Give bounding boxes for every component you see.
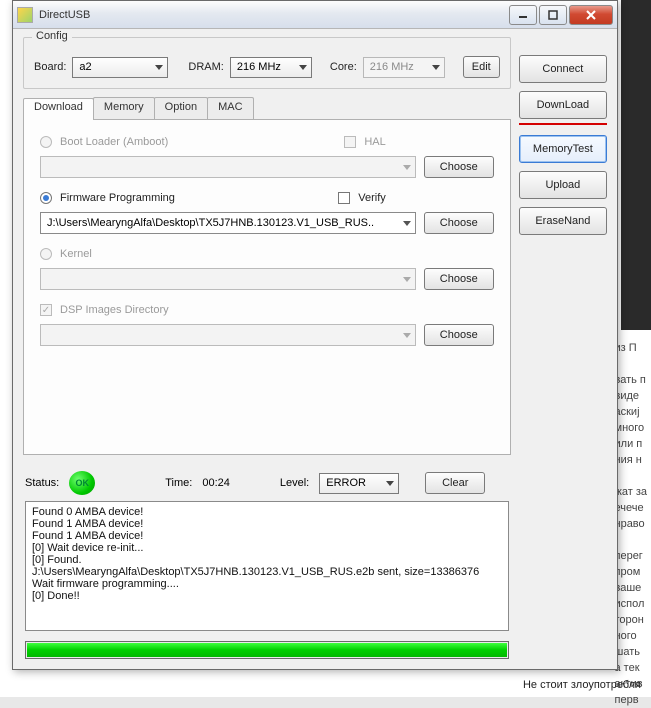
tab-download[interactable]: Download <box>23 98 94 120</box>
kernel-choose-button[interactable]: Choose <box>424 268 494 290</box>
time-value: 00:24 <box>202 477 230 489</box>
bootloader-radio <box>40 136 52 148</box>
dsp-label: DSP Images Directory <box>60 304 169 316</box>
chevron-down-icon <box>299 65 307 70</box>
connect-button[interactable]: Connect <box>519 55 607 83</box>
progress-bar <box>25 641 509 659</box>
firmware-path-combo[interactable]: J:\Users\MearyngAlfa\Desktop\TX5J7HNB.13… <box>40 212 416 234</box>
memorytest-button[interactable]: MemoryTest <box>519 135 607 163</box>
clear-button[interactable]: Clear <box>425 472 485 494</box>
status-ok-badge: OK <box>69 471 95 495</box>
chevron-down-icon <box>403 277 411 282</box>
download-panel: Boot Loader (Amboot) HAL Choose Firmware… <box>23 119 511 455</box>
dram-label: DRAM: <box>188 61 223 73</box>
dsp-path-combo <box>40 324 416 346</box>
close-button[interactable] <box>569 5 613 25</box>
tab-mac[interactable]: MAC <box>207 97 253 119</box>
chevron-down-icon <box>403 333 411 338</box>
hal-label: HAL <box>364 136 385 148</box>
verify-check[interactable] <box>338 192 350 204</box>
bootloader-choose-button[interactable]: Choose <box>424 156 494 178</box>
tab-strip: Download Memory Option MAC <box>23 97 511 119</box>
verify-label: Verify <box>358 192 386 204</box>
tab-option[interactable]: Option <box>154 97 208 119</box>
config-group-title: Config <box>32 30 72 42</box>
edit-button[interactable]: Edit <box>463 56 500 78</box>
level-label: Level: <box>280 477 309 489</box>
app-window: DirectUSB Config Board: a2 DRAM: 216 MHz… <box>12 0 618 670</box>
tab-memory[interactable]: Memory <box>93 97 155 119</box>
level-combo[interactable]: ERROR <box>319 473 399 494</box>
progress-fill <box>27 643 507 657</box>
maximize-button[interactable] <box>539 5 567 25</box>
hal-check <box>344 136 356 148</box>
board-label: Board: <box>34 61 66 73</box>
time-label: Time: <box>165 477 192 489</box>
core-combo: 216 MHz <box>363 57 445 78</box>
download-button[interactable]: DownLoad <box>519 91 607 119</box>
status-label: Status: <box>25 477 59 489</box>
log-textarea[interactable]: Found 0 AMBA device! Found 1 AMBA device… <box>25 501 509 631</box>
board-combo[interactable]: a2 <box>72 57 168 78</box>
chevron-down-icon <box>432 65 440 70</box>
chevron-down-icon <box>403 165 411 170</box>
dram-combo[interactable]: 216 MHz <box>230 57 312 78</box>
chevron-down-icon <box>155 65 163 70</box>
dsp-choose-button[interactable]: Choose <box>424 324 494 346</box>
download-underline <box>519 123 607 125</box>
firmware-choose-button[interactable]: Choose <box>424 212 494 234</box>
firmware-label: Firmware Programming <box>60 192 175 204</box>
core-label: Core: <box>330 61 357 73</box>
chevron-down-icon <box>386 481 394 486</box>
kernel-radio <box>40 248 52 260</box>
app-icon <box>17 7 33 23</box>
titlebar[interactable]: DirectUSB <box>13 1 617 29</box>
minimize-button[interactable] <box>509 5 537 25</box>
dsp-check: ✓ <box>40 304 52 316</box>
bootloader-path-combo <box>40 156 416 178</box>
kernel-path-combo <box>40 268 416 290</box>
upload-button[interactable]: Upload <box>519 171 607 199</box>
kernel-label: Kernel <box>60 248 92 260</box>
bootloader-label: Boot Loader (Amboot) <box>60 136 168 148</box>
window-title: DirectUSB <box>39 9 507 21</box>
bg-footer: Не стоит злоупотребля <box>523 679 641 691</box>
firmware-radio[interactable] <box>40 192 52 204</box>
config-group: Config Board: a2 DRAM: 216 MHz Core: 216… <box>23 37 511 89</box>
status-row: Status: OK Time: 00:24 Level: ERROR Clea… <box>25 471 509 495</box>
chevron-down-icon <box>403 221 411 226</box>
erasenand-button[interactable]: EraseNand <box>519 207 607 235</box>
